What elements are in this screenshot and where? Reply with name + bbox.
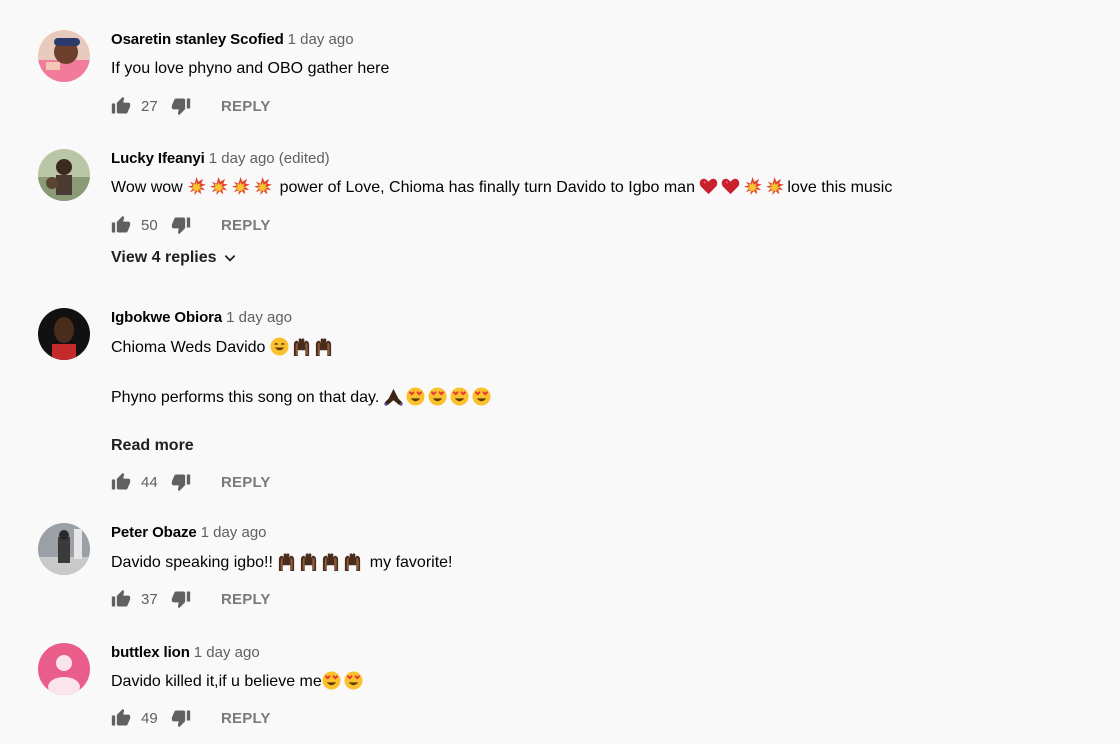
comment-text-line: Chioma Weds Davido: [111, 337, 1098, 359]
comment-actions: 49 REPLY: [111, 706, 1098, 730]
reply-button[interactable]: REPLY: [221, 591, 271, 608]
comment-header: Lucky Ifeanyi 1 day ago (edited): [111, 149, 1098, 169]
heart-eyes-emoji: [406, 387, 425, 406]
comment-time[interactable]: 1 day ago: [201, 524, 267, 541]
collision-emoji: [187, 177, 206, 196]
reply-button[interactable]: REPLY: [221, 98, 271, 115]
thumbs-down-icon[interactable]: [171, 708, 191, 728]
collision-emoji: [209, 177, 228, 196]
heart-eyes-emoji: [344, 671, 363, 690]
comment-text: Wow wow power of Love, Chioma has finall…: [111, 177, 1098, 199]
view-replies-label: View 4 replies: [111, 249, 217, 266]
comment-text-line: Phyno performs this song on that day.: [111, 387, 1098, 409]
comment-text: Davido killed it,if u believe me: [111, 671, 1098, 693]
heart-eyes-emoji: [322, 671, 341, 690]
comment-time[interactable]: 1 day ago: [226, 309, 292, 326]
heart-eyes-emoji: [428, 387, 447, 406]
thumbs-down-icon[interactable]: [171, 215, 191, 235]
thumbs-down-icon[interactable]: [171, 96, 191, 116]
collision-emoji: [765, 177, 784, 196]
comment-actions: 37 REPLY: [111, 587, 1098, 611]
author-name[interactable]: Lucky Ifeanyi: [111, 150, 205, 167]
hands-up-emoji: [277, 552, 296, 571]
comment-text-part: Davido killed it,if u believe me: [111, 673, 322, 690]
like-count: 37: [141, 590, 158, 608]
comment-time[interactable]: 1 day ago: [288, 31, 354, 48]
avatar[interactable]: [38, 523, 90, 575]
thumbs-down-icon[interactable]: [171, 472, 191, 492]
comment-text: If you love phyno and OBO gather here: [111, 60, 390, 77]
chevron-down-icon: [224, 255, 235, 262]
author-name[interactable]: Osaretin stanley Scofied: [111, 31, 284, 48]
hands-up-emoji: [314, 337, 333, 356]
comment-header: Igbokwe Obiora 1 day ago: [111, 308, 1098, 328]
like-count: 27: [141, 97, 158, 115]
heart-emoji: [721, 177, 740, 196]
author-name[interactable]: Igbokwe Obiora: [111, 309, 222, 326]
comment-text-part: my favorite!: [369, 554, 453, 571]
comment-time[interactable]: 1 day ago: [194, 644, 260, 661]
collision-emoji: [231, 177, 250, 196]
hands-up-emoji: [299, 552, 318, 571]
avatar[interactable]: [38, 643, 90, 695]
comment-text-part: Chioma Weds Davido: [111, 339, 266, 356]
comment-text-part: Wow wow: [111, 179, 183, 196]
thumbs-up-icon[interactable]: [111, 589, 131, 609]
author-name[interactable]: buttlex lion: [111, 644, 190, 661]
thumbs-up-icon[interactable]: [111, 96, 131, 116]
comment-time[interactable]: 1 day ago (edited): [209, 150, 330, 167]
heart-eyes-emoji: [450, 387, 469, 406]
thumbs-up-icon[interactable]: [111, 708, 131, 728]
heart-eyes-emoji: [472, 387, 491, 406]
thumbs-up-icon[interactable]: [111, 215, 131, 235]
collision-emoji: [743, 177, 762, 196]
reply-button[interactable]: REPLY: [221, 710, 271, 727]
thumbs-up-icon[interactable]: [111, 472, 131, 492]
comment-text: Davido speaking igbo!! my favorite!: [111, 552, 1098, 574]
hands-up-emoji: [343, 552, 362, 571]
comment-actions: 44 REPLY: [111, 470, 1098, 494]
comment-header: Osaretin stanley Scofied 1 day ago: [111, 30, 1098, 50]
avatar[interactable]: [38, 149, 90, 201]
comment-header: Peter Obaze 1 day ago: [111, 523, 1098, 543]
praying-hands-emoji: [384, 387, 403, 406]
heart-emoji: [699, 177, 718, 196]
hands-up-emoji: [321, 552, 340, 571]
comment-text-part: love this music: [787, 179, 893, 196]
comment-actions: 50 REPLY: [111, 213, 1098, 237]
avatar[interactable]: [38, 308, 90, 360]
reply-button[interactable]: REPLY: [221, 217, 271, 234]
like-count: 44: [141, 473, 158, 491]
comment-text-part: Davido speaking igbo!!: [111, 554, 273, 571]
read-more-button[interactable]: Read more: [111, 435, 1098, 457]
hands-up-emoji: [292, 337, 311, 356]
avatar[interactable]: [38, 30, 90, 82]
smile-emoji: [270, 337, 289, 356]
comment-header: buttlex lion 1 day ago: [111, 643, 1098, 663]
collision-emoji: [253, 177, 272, 196]
thumbs-down-icon[interactable]: [171, 589, 191, 609]
like-count: 50: [141, 216, 158, 234]
view-replies-button[interactable]: View 4 replies: [111, 249, 1098, 267]
like-count: 49: [141, 709, 158, 727]
comment-text-part: power of Love, Chioma has finally turn D…: [279, 179, 695, 196]
author-name[interactable]: Peter Obaze: [111, 524, 197, 541]
comment-text-part: Phyno performs this song on that day.: [111, 389, 380, 406]
comment-actions: 27 REPLY: [111, 94, 1098, 118]
reply-button[interactable]: REPLY: [221, 474, 271, 491]
